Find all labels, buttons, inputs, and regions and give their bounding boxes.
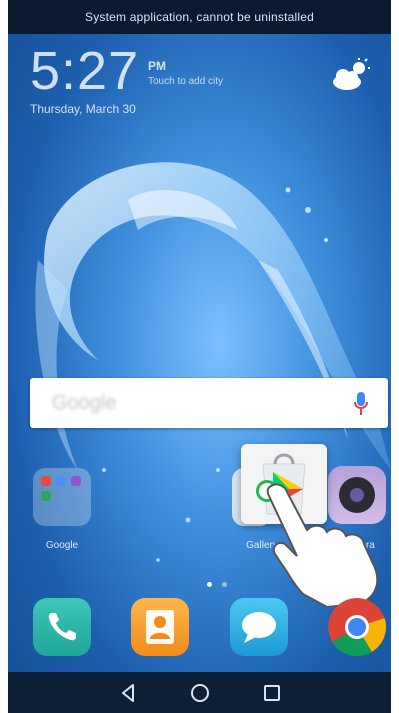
messages-app-icon[interactable] xyxy=(230,598,288,656)
phone-app-icon[interactable] xyxy=(33,598,91,656)
docs-mini-icon xyxy=(56,476,66,486)
recents-icon[interactable] xyxy=(260,681,284,705)
status-bar: System application, cannot be uninstalle… xyxy=(8,0,391,34)
navigation-bar xyxy=(8,672,391,713)
google-logo: Google xyxy=(52,392,117,414)
page-dot xyxy=(207,582,212,587)
phone-screen: System application, cannot be uninstalle… xyxy=(8,0,391,713)
home-icon[interactable] xyxy=(188,681,212,705)
status-bar-message: System application, cannot be uninstalle… xyxy=(84,10,314,24)
photos-mini-icon xyxy=(71,476,81,486)
finger-pointer-icon xyxy=(266,483,379,607)
home-page-indicator xyxy=(204,574,230,592)
clock-time: 5:27 xyxy=(30,41,140,101)
microphone-icon[interactable] xyxy=(354,392,368,416)
google-plus-mini-icon xyxy=(41,476,51,486)
sheets-mini-icon xyxy=(41,491,51,501)
clock-widget[interactable]: 5:27 PM Touch to add city Thursday, Marc… xyxy=(30,41,223,116)
folder-label: Google xyxy=(45,540,79,551)
google-search-bar[interactable]: Google xyxy=(30,378,388,428)
messages-icon xyxy=(242,612,276,643)
contacts-icon xyxy=(146,610,174,644)
chrome-icon[interactable] xyxy=(328,598,386,656)
clock-ampm: PM xyxy=(148,59,166,73)
page-dot xyxy=(222,582,228,587)
clock-city-hint[interactable]: Touch to add city xyxy=(148,76,223,87)
phone-icon xyxy=(48,613,76,641)
contacts-app-icon[interactable] xyxy=(131,598,189,656)
clock-date: Thursday, March 30 xyxy=(30,102,136,116)
back-icon[interactable] xyxy=(116,681,140,705)
google-folder[interactable] xyxy=(33,468,91,526)
partly-cloudy-icon[interactable] xyxy=(329,58,371,92)
